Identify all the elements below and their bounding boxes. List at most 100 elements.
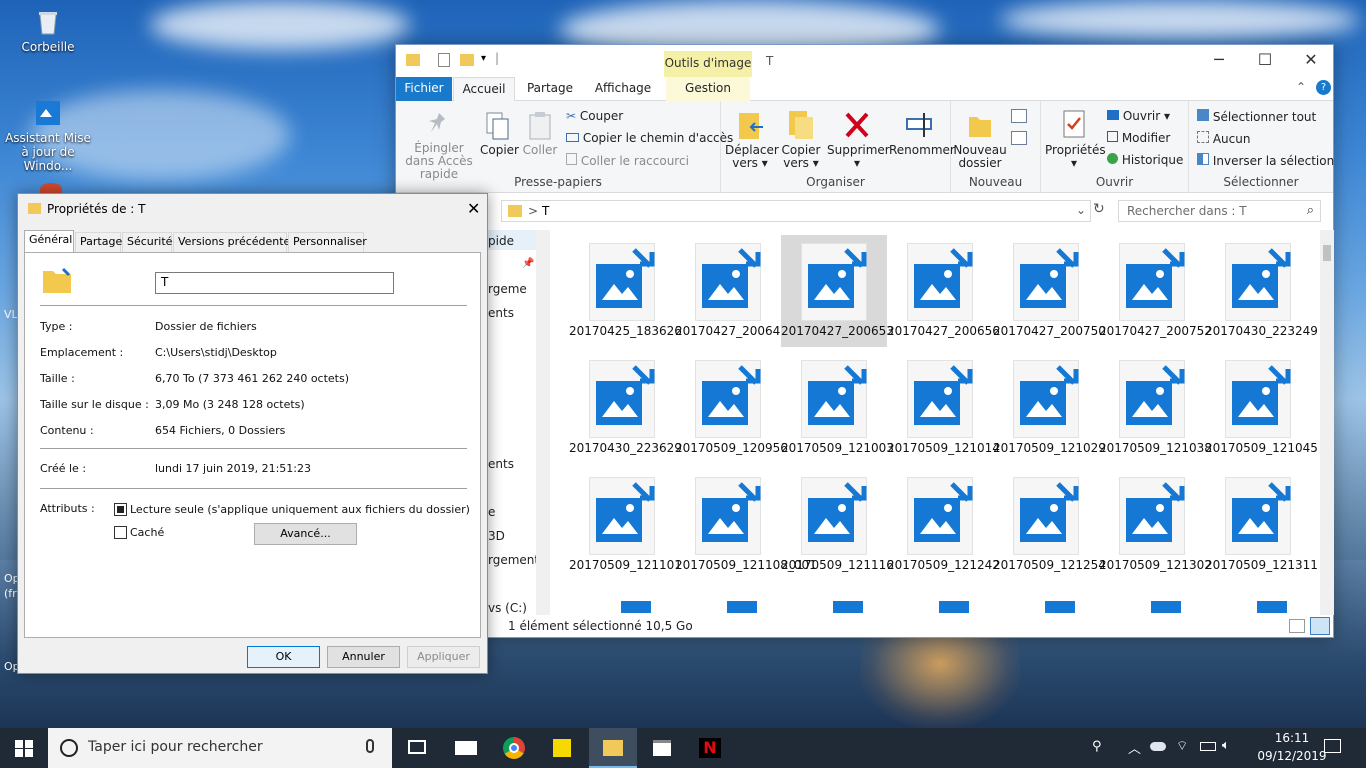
tab-accueil[interactable]: Accueil xyxy=(453,77,515,102)
file-item[interactable]: 20170425_183626 xyxy=(569,235,682,347)
file-item[interactable]: 20170509_121003 xyxy=(781,352,894,464)
clock-time[interactable]: 16:11 xyxy=(1262,731,1322,745)
close-button[interactable]: ✕ xyxy=(1288,45,1334,77)
file-item[interactable]: 20170509_121045 xyxy=(1205,352,1318,464)
nav-item[interactable]: e xyxy=(488,505,495,519)
ok-button[interactable]: OK xyxy=(247,646,320,668)
cut-button[interactable]: ✂ Couper xyxy=(566,109,623,123)
help-icon[interactable]: ? xyxy=(1316,80,1331,95)
scrollbar-thumb[interactable] xyxy=(1323,245,1331,261)
desktop-icon-update-assistant[interactable]: Assistant Mise à jour de Windo... xyxy=(3,97,93,173)
copy-button[interactable]: Copier xyxy=(480,111,519,157)
folder-name-input[interactable]: T xyxy=(155,272,394,294)
advanced-button[interactable]: Avancé... xyxy=(254,523,357,545)
maximize-button[interactable]: ☐ xyxy=(1242,45,1288,77)
nav-scrollbar[interactable] xyxy=(536,230,550,615)
folder-icon[interactable] xyxy=(406,54,420,66)
taskbar-chrome[interactable] xyxy=(490,728,538,768)
nav-item[interactable]: ents xyxy=(488,457,514,471)
clock-date[interactable]: 09/12/2019 xyxy=(1250,749,1334,763)
tab-gestion[interactable]: Gestion xyxy=(666,77,750,101)
notifications-icon[interactable] xyxy=(1324,739,1341,753)
copy-to-button[interactable]: Copier vers ▾ xyxy=(779,109,823,170)
taskbar-store[interactable] xyxy=(638,728,686,768)
hidden-checkbox[interactable] xyxy=(114,526,127,539)
paste-shortcut-button[interactable]: Coller le raccourci xyxy=(566,153,689,168)
taskbar-search-box[interactable]: Taper ici pour rechercher xyxy=(48,728,392,768)
select-none-button[interactable]: Aucun xyxy=(1197,131,1250,146)
taskbar-file-explorer[interactable] xyxy=(589,728,637,768)
history-button[interactable]: Historique xyxy=(1107,153,1183,167)
file-item[interactable]: 20170509_121311 xyxy=(1205,469,1318,581)
nav-item[interactable]: pide xyxy=(488,234,514,248)
start-button[interactable] xyxy=(0,728,48,768)
easy-access-icon[interactable] xyxy=(1011,131,1027,145)
chevron-down-icon[interactable]: ⌄ xyxy=(1076,203,1086,217)
file-item[interactable]: 20170430_223629 xyxy=(569,352,682,464)
new-folder-button[interactable]: Nouveau dossier xyxy=(953,109,1007,170)
file-item[interactable]: 20170509_121014 xyxy=(887,352,1000,464)
rename-button[interactable]: Renommer xyxy=(889,109,955,157)
address-bar[interactable]: > T ⌄ xyxy=(501,200,1091,222)
file-item[interactable]: 20170427_200653 xyxy=(781,235,894,347)
nav-item[interactable]: vs (C:) xyxy=(488,601,527,615)
file-item-partial[interactable] xyxy=(1257,601,1287,613)
breadcrumb-item[interactable]: T xyxy=(542,204,549,218)
chevron-up-icon[interactable]: ︿ xyxy=(1128,738,1141,757)
file-item[interactable]: 20170509_121254 xyxy=(993,469,1106,581)
details-view-icon[interactable] xyxy=(1289,619,1305,633)
new-folder-quick-icon[interactable] xyxy=(460,54,474,66)
nav-item[interactable]: rgement xyxy=(488,553,539,567)
move-to-button[interactable]: Déplacer vers ▾ xyxy=(725,109,779,170)
wifi-icon[interactable]: ⌔ xyxy=(1176,738,1188,754)
select-all-button[interactable]: Sélectionner tout xyxy=(1197,109,1316,124)
open-button[interactable]: Ouvrir ▾ xyxy=(1107,109,1170,123)
chevron-down-icon[interactable]: ▾ xyxy=(481,53,486,64)
file-item[interactable]: 20170509_121116 xyxy=(781,469,894,581)
tab-fichier[interactable]: Fichier xyxy=(396,77,452,101)
content-scrollbar[interactable] xyxy=(1320,230,1334,615)
delete-button[interactable]: Supprimer ▾ xyxy=(827,109,890,170)
tab-affichage[interactable]: Affichage xyxy=(588,77,658,101)
file-item-partial[interactable] xyxy=(939,601,969,613)
file-item[interactable]: 20170430_223249 xyxy=(1205,235,1318,347)
file-item-partial[interactable] xyxy=(621,601,651,613)
new-item-icon[interactable] xyxy=(1011,109,1027,123)
file-item-partial[interactable] xyxy=(1045,601,1075,613)
desktop-icon-recycle-bin[interactable]: Corbeille xyxy=(3,6,93,54)
taskbar-sticky-notes[interactable] xyxy=(538,728,586,768)
refresh-icon[interactable]: ↻ xyxy=(1093,201,1105,217)
tab-partage[interactable]: Partage xyxy=(75,232,122,252)
copy-path-button[interactable]: Copier le chemin d'accès xyxy=(566,131,733,145)
file-item-partial[interactable] xyxy=(833,601,863,613)
file-item[interactable]: 20170427_200656 xyxy=(887,235,1000,347)
collapse-ribbon-icon[interactable]: ⌃ xyxy=(1296,80,1306,94)
cancel-button[interactable]: Annuler xyxy=(327,646,400,668)
file-item[interactable]: 20170509_121101 xyxy=(569,469,682,581)
invert-selection-button[interactable]: Inverser la sélection xyxy=(1197,153,1334,168)
task-view-button[interactable] xyxy=(393,728,441,768)
close-icon[interactable]: ✕ xyxy=(467,199,480,218)
properties-quick-icon[interactable] xyxy=(438,53,450,67)
file-item[interactable]: 20170427_200750 xyxy=(993,235,1106,347)
minimize-button[interactable]: ─ xyxy=(1196,45,1242,77)
battery-icon[interactable] xyxy=(1200,742,1216,751)
file-item[interactable]: 20170509_121038 xyxy=(1099,352,1212,464)
search-input[interactable]: Rechercher dans : T ⌕ xyxy=(1118,200,1321,222)
large-icons-view-icon[interactable] xyxy=(1310,617,1330,635)
tab-securite[interactable]: Sécurité xyxy=(122,232,172,252)
paste-button[interactable]: Coller xyxy=(521,111,559,157)
file-item-partial[interactable] xyxy=(1151,601,1181,613)
tab-partage[interactable]: Partage xyxy=(521,77,579,101)
properties-button[interactable]: Propriétés ▾ xyxy=(1045,109,1106,170)
apply-button[interactable]: Appliquer xyxy=(407,646,480,668)
taskbar-mail[interactable] xyxy=(442,728,490,768)
edit-button[interactable]: Modifier xyxy=(1107,131,1170,145)
nav-item[interactable]: rgeme xyxy=(488,282,527,296)
file-item[interactable]: 20170509_121242 xyxy=(887,469,1000,581)
pin-quick-access-button[interactable]: Épingler dans Accès rapide xyxy=(400,111,478,181)
volume-icon[interactable]: 🔈︎ xyxy=(1222,738,1230,753)
microphone-icon[interactable] xyxy=(366,739,374,753)
file-item[interactable]: 20170509_121302 xyxy=(1099,469,1212,581)
tab-versions[interactable]: Versions précédentes xyxy=(173,232,296,252)
